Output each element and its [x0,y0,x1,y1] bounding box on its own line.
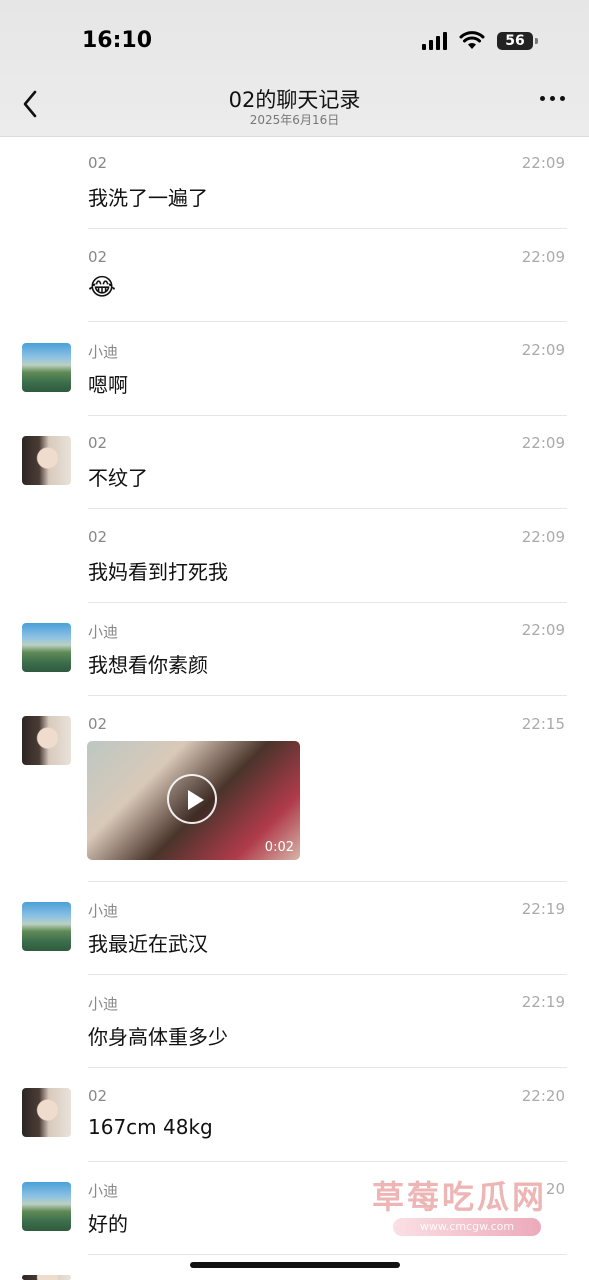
avatar-xiaodi[interactable] [22,1182,71,1231]
sender-name: 02 [88,434,108,452]
message-text: 我洗了一遍了 [88,186,208,210]
message-time: 22:20 [521,1087,565,1105]
message-time: 22:09 [521,434,565,452]
more-dot-icon [560,96,565,101]
avatar-xiaodi[interactable] [22,343,71,392]
laughing-emoji: 😂 [88,273,117,301]
chat-message[interactable]: 02 22:20 167cm 48kg [0,1068,589,1162]
chat-message[interactable]: 02 22:09 😂 [0,229,589,322]
chat-record-header: 16:10 56 02的聊天记录 2025年6月16日 [0,0,589,137]
avatar-xiaodi[interactable] [22,902,71,951]
divider [88,1254,567,1255]
sender-name: 02 [88,154,108,172]
avatar-02[interactable] [22,716,71,765]
sender-name: 02 [88,528,108,546]
status-time: 16:10 [82,28,153,53]
chat-message[interactable]: 小迪 22:19 你身高体重多少 [0,974,589,1068]
message-text: 167cm 48kg [88,1115,213,1139]
chat-message[interactable]: 小迪 22:09 嗯啊 [0,322,589,416]
more-dot-icon [540,96,545,101]
message-text: 好的 [88,1212,128,1236]
sender-name: 小迪 [88,623,119,641]
avatar-02[interactable] [22,1088,71,1137]
page-title: 02的聊天记录 [228,88,361,112]
message-time: 22:09 [521,528,565,546]
message-text: 我妈看到打死我 [88,560,228,584]
more-dot-icon [550,96,555,101]
play-icon[interactable] [167,774,217,824]
watermark-title: 草莓吃瓜网 [372,1178,548,1216]
message-text: 嗯啊 [88,373,128,397]
wifi-icon [459,31,485,49]
sender-name: 小迪 [88,995,119,1013]
message-time: 22:19 [521,900,565,918]
sender-name: 小迪 [88,343,119,361]
sender-name: 02 [88,715,108,733]
chat-message[interactable]: 02 22:09 我妈看到打死我 [0,509,589,603]
chat-message[interactable]: 小迪 22:09 我想看你素颜 [0,602,589,696]
message-text: 不纹了 [88,466,148,490]
watermark-url: www.cmcgw.com [393,1218,541,1236]
cellular-signal-icon [422,31,447,50]
message-time: 22:09 [521,248,565,266]
message-time: 22:09 [521,621,565,639]
message-time: 22:09 [521,154,565,172]
sender-name: 02 [88,1087,108,1105]
message-time: 22:15 [521,715,565,733]
message-text: 你身高体重多少 [88,1025,228,1049]
message-text: 我最近在武汉 [88,932,208,956]
chat-message[interactable]: 02 22:09 我洗了一遍了 [0,136,589,229]
sender-name: 02 [88,248,108,266]
page-subtitle-date: 2025年6月16日 [249,113,340,127]
message-text: 我想看你素颜 [88,653,208,677]
battery-icon: 56 [497,31,538,50]
sender-name: 小迪 [88,1182,119,1200]
video-duration: 0:02 [264,840,294,855]
video-message-thumbnail[interactable]: 0:02 [87,741,300,860]
message-time: 22:09 [521,341,565,359]
avatar-xiaodi[interactable] [22,623,71,672]
message-time: 20 [545,1180,565,1198]
home-indicator[interactable] [190,1262,400,1268]
chat-message[interactable]: 小迪 22:19 我最近在武汉 [0,881,589,975]
more-options-button[interactable] [540,96,565,101]
message-time: 22:19 [521,993,565,1011]
avatar-02[interactable] [22,1275,71,1280]
sender-name: 小迪 [88,902,119,920]
chat-message[interactable]: 02 22:09 不纹了 [0,415,589,509]
status-icons: 56 [422,31,538,50]
avatar-02[interactable] [22,436,71,485]
